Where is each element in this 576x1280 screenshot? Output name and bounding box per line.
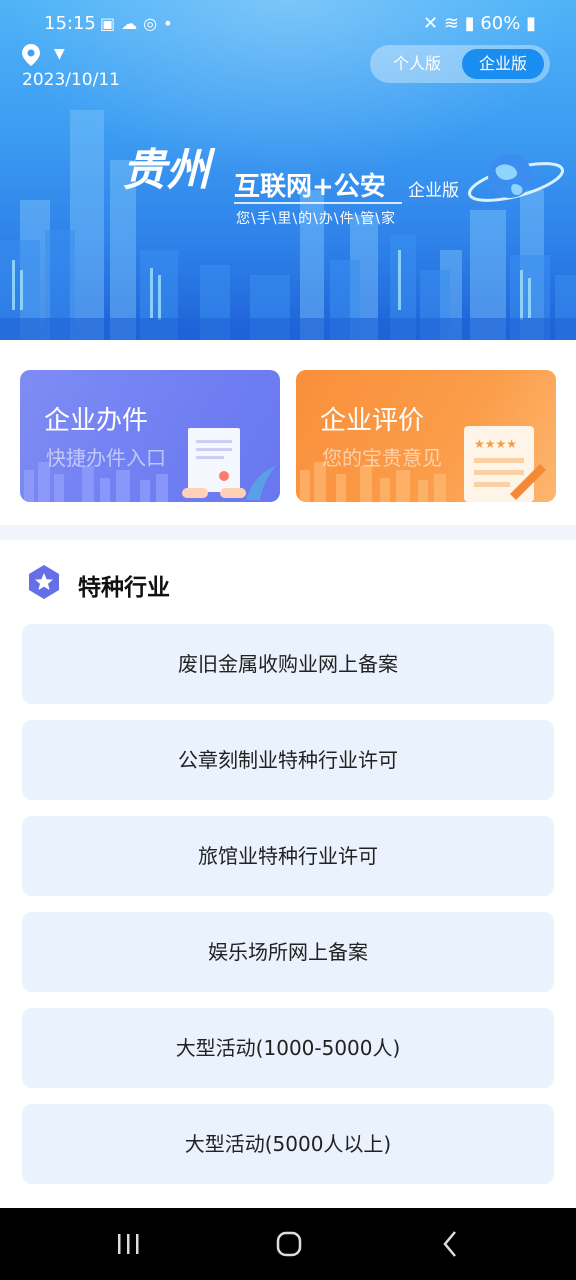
guizhou-logo-text: 贵州 [122,145,210,196]
enterprise-review-card[interactable]: ★★★★ 企业评价 您的宝贵意见 [296,370,556,502]
brand-title: 互联网+公安 [234,172,386,202]
document-illustration [182,428,276,500]
image-icon: ▣ [100,14,122,33]
recent-apps-icon[interactable] [114,1208,142,1280]
target-icon: ◎ [143,14,164,33]
brand-divider [234,202,402,204]
card-subtitle: 您的宝贵意见 [322,446,442,470]
mute-icon: ✕ [423,13,439,34]
location-pin-icon [22,44,40,66]
svg-text:★★★★: ★★★★ [474,437,517,451]
status-right: ✕ ≋ ▮ 60% ▮ [423,13,536,34]
cloud-icon: ☁ [121,14,144,33]
status-time: 15:15 [44,13,96,34]
rating-form-illustration: ★★★★ [464,426,546,502]
hero-banner: 15:15 ▣☁◎• ✕ ≋ ▮ 60% ▮ ▼ 2023/10/11 个人版 … [0,0,576,340]
battery-icon: ▮ [526,13,536,34]
star-badge-icon [29,565,59,599]
brand-slogan: 您\手\里\的\办\件\管\家 [236,211,397,227]
back-icon[interactable] [438,1208,462,1280]
wifi-icon: ≋ [443,13,459,34]
system-navigation-bar [0,1208,576,1280]
version-toggle[interactable]: 个人版 企业版 [370,45,550,83]
toggle-personal[interactable]: 个人版 [376,49,458,79]
list-item[interactable]: 旅馆业特种行业许可 [22,816,554,896]
enterprise-handle-card[interactable]: 企业办件 快捷办件入口 [20,370,280,502]
list-item[interactable]: 大型活动(5000人以上) [22,1104,554,1184]
card-title: 企业评价 [320,406,425,436]
card-subtitle: 快捷办件入口 [46,446,166,470]
signal-icon: ▮ [464,13,475,34]
list-item[interactable]: 公章刻制业特种行业许可 [22,720,554,800]
list-item[interactable]: 废旧金属收购业网上备案 [22,624,554,704]
current-date: 2023/10/11 [22,70,120,90]
card-title: 企业办件 [44,406,149,436]
list-item[interactable]: 大型活动(1000-5000人) [22,1008,554,1088]
dot-icon: • [163,14,179,33]
globe-icon [467,154,565,202]
battery-level: 60% [480,13,521,34]
status-bar: 15:15 ▣☁◎• ✕ ≋ ▮ 60% ▮ [0,10,576,40]
brand-edition: 企业版 [408,181,459,201]
section-title: 特种行业 [78,575,170,601]
home-icon[interactable] [274,1208,304,1280]
chevron-down-icon: ▼ [54,46,65,62]
toggle-enterprise[interactable]: 企业版 [462,49,544,79]
notification-icons: ▣☁◎• [100,14,179,33]
list-item[interactable]: 娱乐场所网上备案 [22,912,554,992]
